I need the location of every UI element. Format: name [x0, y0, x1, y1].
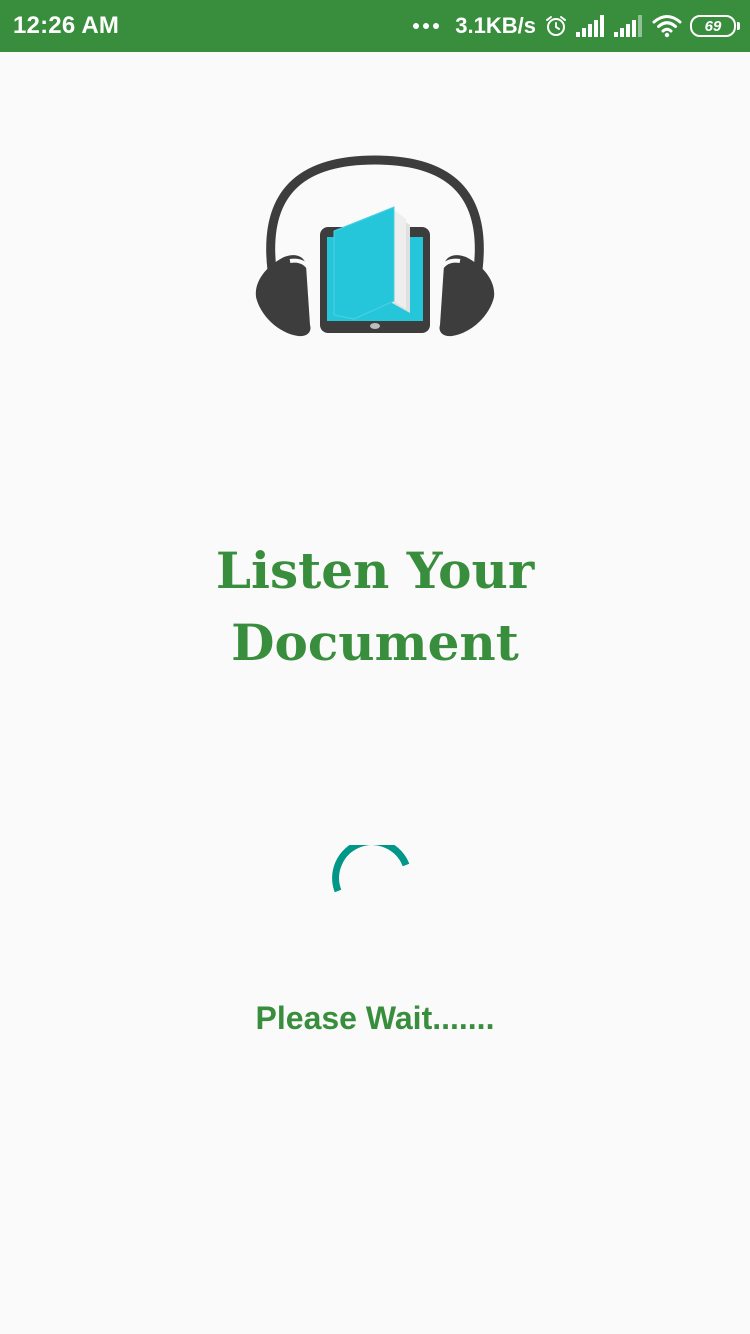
status-time: 12:26 AM — [13, 12, 120, 39]
battery-icon: 69 — [690, 15, 740, 37]
signal-icon — [614, 15, 642, 37]
status-bar: 12:26 AM 3.1KB/s 69 — [0, 0, 750, 52]
more-dots-icon — [413, 23, 440, 29]
alarm-icon — [546, 16, 566, 36]
wifi-icon — [652, 15, 682, 38]
status-icons: 3.1KB/s 69 — [413, 10, 740, 42]
app-title: Listen Your Document — [0, 535, 750, 679]
title-line-2: Document — [231, 613, 519, 672]
battery-level: 69 — [704, 17, 722, 35]
loading-spinner — [332, 845, 410, 893]
signal-icon — [576, 15, 604, 37]
network-speed: 3.1KB/s — [455, 13, 536, 38]
title-line-1: Listen Your — [215, 541, 535, 600]
loading-text: Please Wait....... — [255, 1000, 495, 1036]
headphones-book-logo-icon — [255, 155, 495, 337]
